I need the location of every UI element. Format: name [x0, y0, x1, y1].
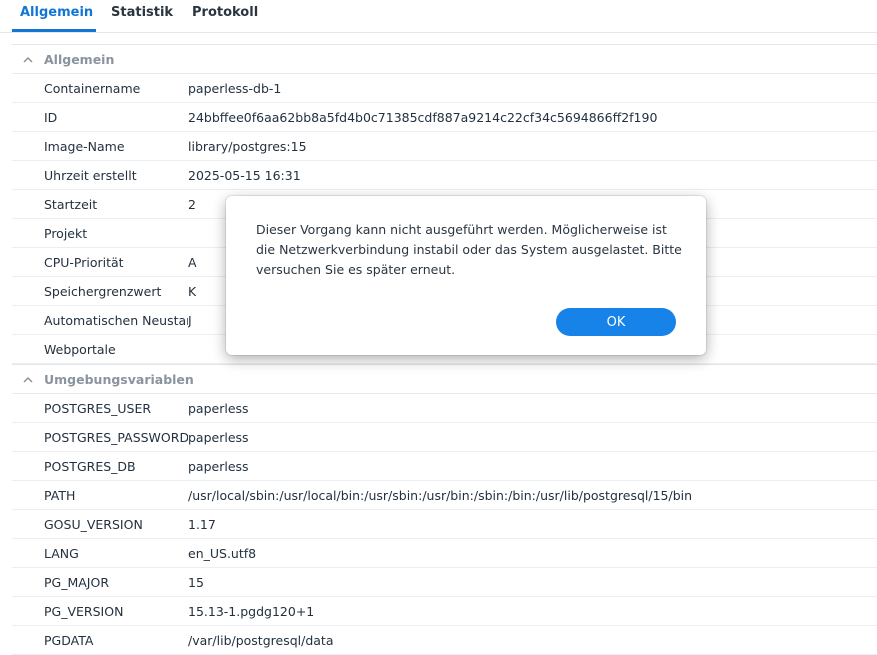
info-row-id: ID 24bbffee0f6aa62bb8a5fd4b0c71385cdf887…	[12, 103, 877, 132]
row-key: PG_MAJOR	[44, 574, 110, 590]
tab-allgemein[interactable]: Allgemein	[20, 5, 93, 20]
row-key: POSTGRES_USER	[44, 400, 152, 416]
row-key: LANG	[44, 545, 79, 561]
row-value: 2025-05-15 16:31	[188, 167, 301, 183]
info-row-created: Uhrzeit erstellt 2025-05-15 16:31	[12, 161, 877, 190]
dialog-message: Dieser Vorgang kann nicht ausgeführt wer…	[256, 222, 682, 277]
row-key: PGDATA	[44, 632, 94, 648]
row-key: Containername	[44, 80, 141, 96]
row-key: Webportale	[44, 341, 116, 357]
row-key: POSTGRES_DB	[44, 458, 136, 474]
row-key: POSTGRES_PASSWORD	[44, 429, 188, 445]
row-key: CPU-Priorität	[44, 254, 124, 270]
env-row-gosu-version: GOSU_VERSION 1.17	[12, 510, 877, 539]
tab-bar: Allgemein Statistik Protokoll	[0, 0, 877, 33]
row-value: /usr/local/sbin:/usr/local/bin:/usr/sbin…	[188, 487, 693, 503]
section-title-umgebungsvariablen: Umgebungsvariablen	[44, 371, 194, 387]
row-value: library/postgres:15	[188, 138, 307, 154]
row-value: 24bbffee0f6aa62bb8a5fd4b0c71385cdf887a92…	[188, 109, 658, 125]
row-value: paperless	[188, 429, 249, 445]
row-value: paperless	[188, 458, 249, 474]
error-dialog: Dieser Vorgang kann nicht ausgeführt wer…	[226, 196, 706, 355]
row-value: 15.13-1.pgdg120+1	[188, 603, 315, 619]
row-key: Image-Name	[44, 138, 125, 154]
row-key: ID	[44, 109, 58, 125]
row-key: Startzeit	[44, 196, 98, 212]
env-row-path: PATH /usr/local/sbin:/usr/local/bin:/usr…	[12, 481, 877, 510]
ok-button[interactable]: OK	[556, 308, 676, 336]
active-tab-indicator	[12, 29, 96, 32]
row-value: J	[188, 312, 192, 328]
row-value: paperless-db-1	[188, 80, 282, 96]
row-value: K	[188, 283, 197, 299]
section-title-allgemein: Allgemein	[44, 51, 115, 67]
chevron-up-icon	[12, 376, 44, 383]
tab-statistik[interactable]: Statistik	[111, 5, 173, 20]
env-row-postgres-db: POSTGRES_DB paperless	[12, 452, 877, 481]
row-key: Uhrzeit erstellt	[44, 167, 137, 183]
row-key: PATH	[44, 487, 76, 503]
row-value: en_US.utf8	[188, 545, 257, 561]
row-value: 1.17	[188, 516, 216, 532]
row-key: Speichergrenzwert	[44, 283, 162, 299]
row-value: paperless	[188, 400, 249, 416]
row-value: 15	[188, 574, 204, 590]
row-key: PG_VERSION	[44, 603, 124, 619]
env-row-pg-version: PG_VERSION 15.13-1.pgdg120+1	[12, 597, 877, 626]
env-row-pgdata: PGDATA /var/lib/postgresql/data	[12, 626, 877, 655]
env-row-postgres-password: POSTGRES_PASSWORD paperless	[12, 423, 877, 452]
row-value: /var/lib/postgresql/data	[188, 632, 334, 648]
info-row-containername: Containername paperless-db-1	[12, 74, 877, 103]
env-row-lang: LANG en_US.utf8	[12, 539, 877, 568]
env-row-pg-major: PG_MAJOR 15	[12, 568, 877, 597]
row-value: A	[188, 254, 197, 270]
section-header-umgebungsvariablen[interactable]: Umgebungsvariablen	[12, 364, 877, 394]
tab-protokoll[interactable]: Protokoll	[192, 5, 258, 20]
row-key: Automatischen Neustart	[44, 312, 188, 328]
chevron-up-icon	[12, 56, 44, 63]
row-value: 2	[188, 196, 196, 212]
info-row-image-name: Image-Name library/postgres:15	[12, 132, 877, 161]
row-key: Projekt	[44, 225, 88, 241]
section-header-allgemein[interactable]: Allgemein	[12, 44, 877, 74]
env-row-postgres-user: POSTGRES_USER paperless	[12, 394, 877, 423]
row-key: GOSU_VERSION	[44, 516, 143, 532]
